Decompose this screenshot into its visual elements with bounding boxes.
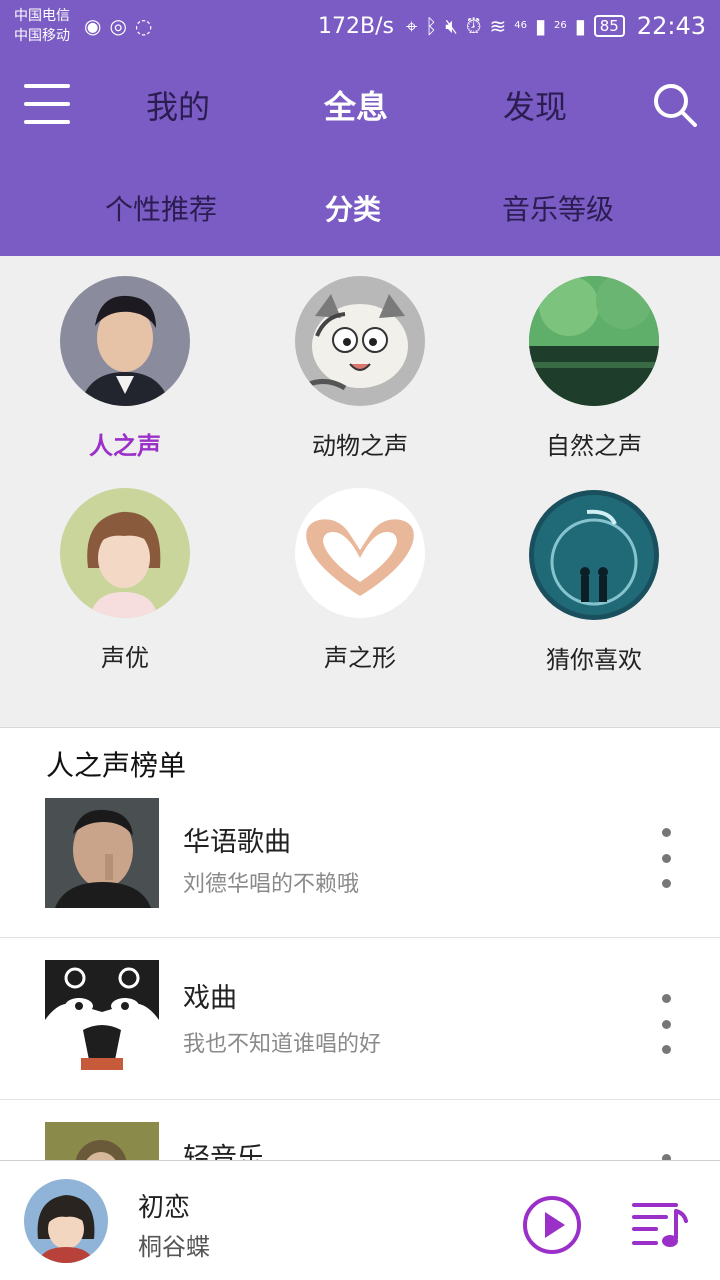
search-icon[interactable] <box>652 82 698 128</box>
now-playing-title: 初恋 <box>138 1193 191 1223</box>
category-voice-actor-image <box>60 488 190 618</box>
top-nav: 我的 全息 发现 <box>0 62 720 146</box>
subtab-music-level[interactable]: 音乐等级 <box>502 188 614 228</box>
carrier-info: 中国电信 中国移动 <box>14 6 70 46</box>
category-voice-actor[interactable]: 声优 <box>25 488 225 673</box>
category-grid: 人之声 动物之声 自然之声 声优 声之形 猜你喜欢 <box>0 256 720 728</box>
weibo-icon: ◎ <box>109 14 127 38</box>
chart-item-subtitle: 我也不知道谁唱的好 <box>183 1032 382 1057</box>
subtab-category[interactable]: 分类 <box>325 188 381 228</box>
chart-item-title: 华语歌曲 <box>183 827 291 858</box>
chart-item-thumbnail <box>45 960 159 1070</box>
battery-indicator: 85 <box>593 15 625 37</box>
category-human-voice[interactable]: 人之声 <box>25 276 225 461</box>
network-speed: 172B/s <box>318 13 394 39</box>
category-nature-voice-image <box>529 276 659 406</box>
category-animal-voice[interactable]: 动物之声 <box>260 276 460 461</box>
category-label: 声之形 <box>324 644 396 672</box>
subtab-personal-recommend[interactable]: 个性推荐 <box>105 188 217 228</box>
chart-item[interactable]: 轻音乐 <box>0 1100 720 1160</box>
wifi-icon: ≋ <box>489 14 507 38</box>
now-playing-artist: 桐谷蝶 <box>138 1233 210 1261</box>
playlist-icon[interactable] <box>632 1199 688 1251</box>
signal-1-label: 46 <box>514 20 527 31</box>
category-human-voice-image <box>60 276 190 406</box>
category-guess-you-like[interactable]: 猜你喜欢 <box>494 490 694 675</box>
status-app-icons: ◉ ◎ ◌ <box>84 14 152 38</box>
chart-item-thumbnail <box>45 1122 159 1160</box>
chart-item[interactable]: 华语歌曲 刘德华唱的不赖哦 <box>0 798 720 938</box>
location-icon: ⌖ <box>405 14 418 38</box>
category-label: 人之声 <box>89 432 161 460</box>
category-nature-voice[interactable]: 自然之声 <box>494 276 694 461</box>
more-options-icon[interactable] <box>654 994 678 1054</box>
menu-icon[interactable] <box>24 84 70 124</box>
album-cover[interactable] <box>24 1179 108 1263</box>
tab-mine[interactable]: 我的 <box>146 82 210 128</box>
category-label: 自然之声 <box>546 432 642 460</box>
category-label: 声优 <box>101 644 149 672</box>
status-bar: 中国电信 中国移动 ◉ ◎ ◌ 172B/s ⌖ ᛒ 🔇︎ ⏰︎ ≋ 46 ▮ … <box>0 0 720 52</box>
category-guess-you-like-image <box>529 490 659 620</box>
globe-icon: ◉ <box>84 14 102 38</box>
more-options-icon[interactable] <box>654 828 678 888</box>
chart-section-title: 人之声榜单 <box>46 749 187 782</box>
mute-icon: 🔇︎ <box>445 14 458 38</box>
signal-2-label: 26 <box>553 20 567 31</box>
category-shape-of-voice[interactable]: 声之形 <box>260 488 460 673</box>
category-label: 动物之声 <box>312 432 408 460</box>
category-shape-of-voice-image <box>295 488 425 618</box>
tab-discover[interactable]: 发现 <box>503 82 567 128</box>
carrier-2: 中国移动 <box>14 28 70 44</box>
chart-item-thumbnail <box>45 798 159 908</box>
category-label: 猜你喜欢 <box>546 646 642 674</box>
tab-holographic[interactable]: 全息 <box>324 82 388 128</box>
status-right: 172B/s ⌖ ᛒ 🔇︎ ⏰︎ ≋ 46 ▮ 26 ▮ 85 22:43 <box>318 12 706 40</box>
signal-2-icon: ▮ <box>574 14 586 38</box>
mini-player[interactable]: 初恋 桐谷蝶 <box>0 1160 720 1280</box>
sub-nav: 个性推荐 分类 音乐等级 <box>0 178 720 238</box>
category-animal-voice-image <box>295 276 425 406</box>
carrier-1: 中国电信 <box>14 8 70 24</box>
sync-icon: ◌ <box>134 14 153 38</box>
signal-1-icon: ▮ <box>534 14 546 38</box>
clock: 22:43 <box>636 12 706 40</box>
chart-item-title: 戏曲 <box>183 983 237 1014</box>
chart-item-title: 轻音乐 <box>183 1143 264 1160</box>
play-icon[interactable] <box>522 1195 582 1255</box>
alarm-icon: ⏰︎ <box>465 14 482 38</box>
bluetooth-icon: ᛒ <box>425 14 438 38</box>
chart-item[interactable]: 戏曲 我也不知道谁唱的好 <box>0 938 720 1100</box>
chart-item-subtitle: 刘德华唱的不赖哦 <box>183 872 360 897</box>
app-header: 中国电信 中国移动 ◉ ◎ ◌ 172B/s ⌖ ᛒ 🔇︎ ⏰︎ ≋ 46 ▮ … <box>0 0 720 256</box>
